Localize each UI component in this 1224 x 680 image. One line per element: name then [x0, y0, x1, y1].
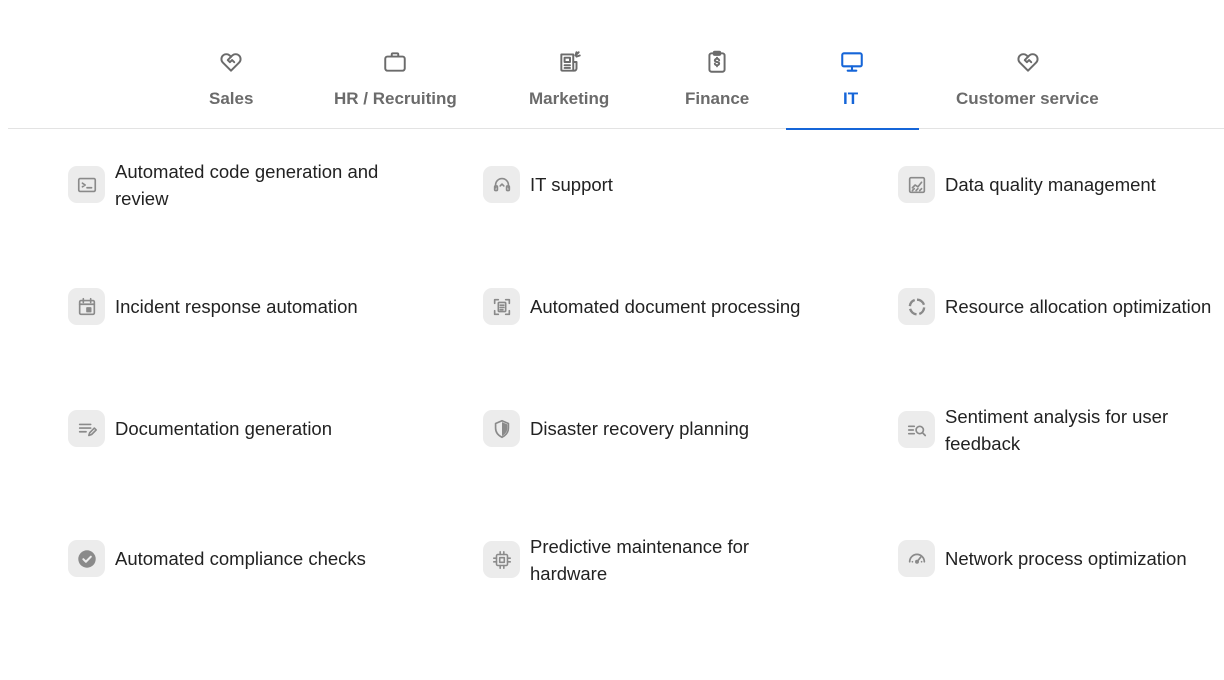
- speedometer-icon: [898, 540, 935, 577]
- use-case-incident-response[interactable]: Incident response automation: [68, 288, 428, 325]
- heart-handshake-icon: [1014, 48, 1042, 76]
- use-case-document-processing[interactable]: Automated document processing: [483, 288, 843, 325]
- calendar-icon: [68, 288, 105, 325]
- donut-chart-icon: [898, 288, 935, 325]
- use-case-it-support[interactable]: IT support: [483, 166, 823, 203]
- edit-notes-icon: [68, 410, 105, 447]
- use-case-label: Automated document processing: [530, 296, 801, 317]
- headset-icon: [483, 166, 520, 203]
- tab-hr-recruiting[interactable]: HR / Recruiting: [326, 0, 464, 129]
- tab-label: Marketing: [529, 89, 610, 108]
- tab-customer-service[interactable]: Customer service: [948, 0, 1108, 129]
- use-case-label: Incident response automation: [115, 296, 358, 317]
- use-case-documentation[interactable]: Documentation generation: [68, 410, 428, 447]
- use-case-code-generation[interactable]: Automated code generation and review: [68, 157, 428, 212]
- clipboard-dollar-icon: [703, 48, 731, 76]
- use-case-sentiment-analysis[interactable]: Sentiment analysis for user feedback: [898, 402, 1218, 457]
- tab-label: HR / Recruiting: [334, 89, 457, 108]
- use-case-label: Network process optimization: [945, 548, 1187, 569]
- tab-label: Finance: [685, 89, 750, 108]
- use-case-label: Sentiment analysis for user feedback: [945, 405, 1169, 454]
- tab-label: Customer service: [956, 89, 1099, 108]
- use-case-predictive-maintenance[interactable]: Predictive maintenance for hardware: [483, 532, 823, 587]
- heart-handshake-icon: [217, 48, 245, 76]
- monitor-icon: [838, 48, 866, 76]
- category-tabs: Sales HR / Recruiting Marketing Finance …: [8, 0, 1224, 130]
- use-case-label: Resource allocation optimization: [945, 296, 1212, 317]
- use-case-network-optimization[interactable]: Network process optimization: [898, 540, 1218, 577]
- use-case-compliance-checks[interactable]: Automated compliance checks: [68, 540, 428, 577]
- tab-label: IT: [843, 89, 859, 108]
- search-list-icon: [898, 411, 935, 448]
- cpu-chip-icon: [483, 541, 520, 578]
- use-case-label: Disaster recovery planning: [530, 418, 750, 439]
- use-case-label: Automated compliance checks: [115, 548, 366, 569]
- use-case-resource-allocation[interactable]: Resource allocation optimization: [898, 288, 1224, 325]
- use-case-label: Data quality management: [945, 174, 1156, 195]
- use-case-label: Automated code generation and review: [115, 160, 379, 209]
- tab-sales[interactable]: Sales: [181, 0, 281, 129]
- tab-label: Sales: [209, 89, 254, 108]
- briefcase-icon: [381, 48, 409, 76]
- newspaper-icon: [556, 48, 584, 76]
- tab-marketing[interactable]: Marketing: [519, 0, 623, 129]
- shield-icon: [483, 410, 520, 447]
- use-case-label: IT support: [530, 174, 613, 195]
- chart-icon: [898, 166, 935, 203]
- use-case-data-quality[interactable]: Data quality management: [898, 166, 1218, 203]
- use-case-label: Documentation generation: [115, 418, 333, 439]
- use-case-disaster-recovery[interactable]: Disaster recovery planning: [483, 410, 843, 447]
- terminal-icon: [68, 166, 105, 203]
- check-circle-icon: [68, 540, 105, 577]
- tab-finance[interactable]: Finance: [678, 0, 756, 129]
- tab-it[interactable]: IT: [786, 0, 919, 130]
- use-case-label: Predictive maintenance for hardware: [530, 535, 750, 584]
- document-scan-icon: [483, 288, 520, 325]
